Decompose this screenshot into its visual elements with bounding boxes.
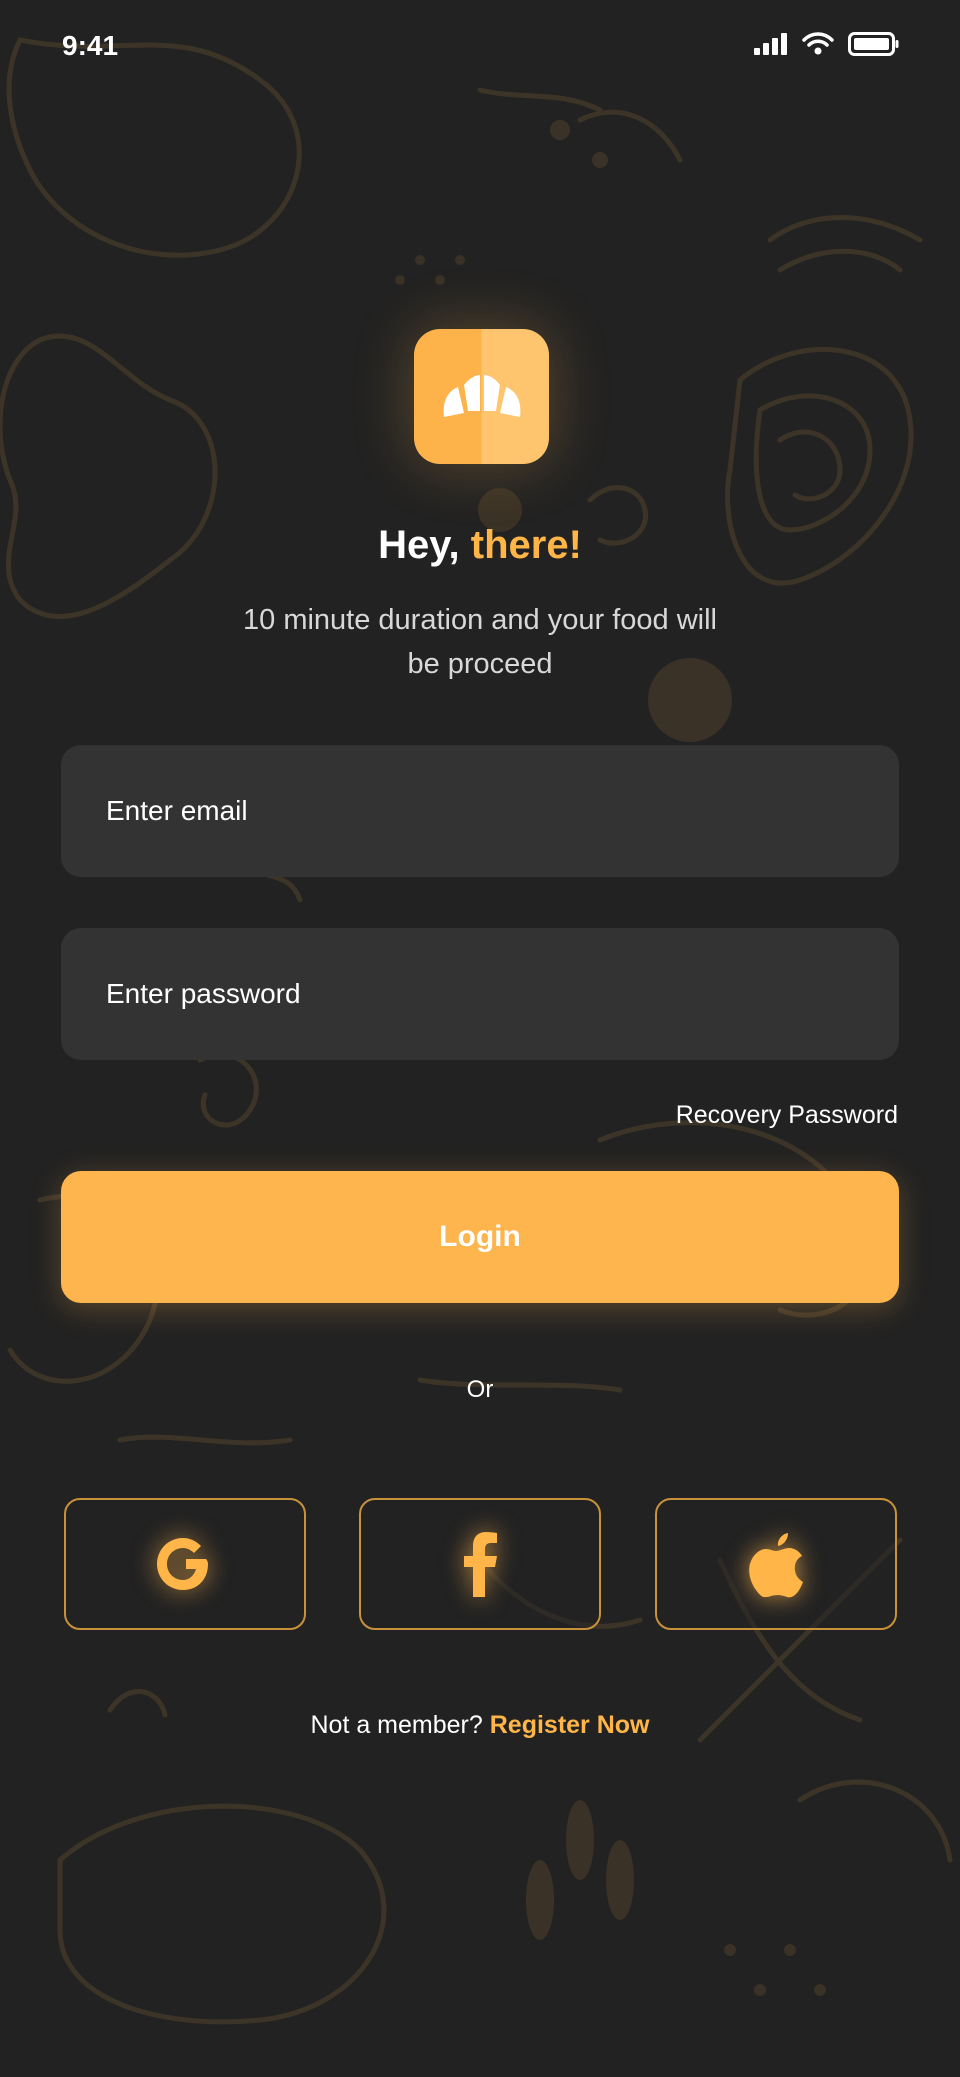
login-button[interactable]: Login	[61, 1171, 899, 1303]
google-icon	[157, 1538, 208, 1590]
status-time: 9:41	[62, 30, 119, 61]
apple-icon	[749, 1533, 803, 1598]
status-icons	[754, 32, 900, 56]
wifi-icon	[802, 32, 834, 55]
battery-icon	[848, 32, 899, 56]
or-divider: Or	[466, 1376, 494, 1403]
apple-login-button[interactable]	[655, 1498, 897, 1630]
facebook-login-button[interactable]	[359, 1498, 601, 1630]
status-bar: 9:41	[0, 0, 960, 100]
subtitle: 10 minute duration and your food will be…	[243, 604, 717, 680]
greeting-accent: there!	[470, 523, 582, 567]
app-logo	[414, 329, 549, 464]
register-prompt-text: Not a member?	[310, 1711, 483, 1739]
recovery-password-link[interactable]: Recovery Password	[676, 1101, 898, 1130]
page-title: Hey, there!	[0, 523, 960, 568]
facebook-icon	[464, 1532, 497, 1597]
password-field[interactable]	[61, 928, 899, 1060]
google-login-button[interactable]	[64, 1498, 306, 1630]
signal-icon	[754, 33, 787, 55]
email-field[interactable]	[61, 745, 899, 877]
greeting-text: Hey,	[378, 523, 460, 567]
register-now-link[interactable]: Register Now	[490, 1711, 650, 1739]
password-input[interactable]	[104, 977, 868, 1011]
register-prompt: Not a member? Register Now	[0, 1711, 960, 1740]
email-input[interactable]	[104, 794, 868, 828]
croissant-icon	[443, 375, 521, 417]
